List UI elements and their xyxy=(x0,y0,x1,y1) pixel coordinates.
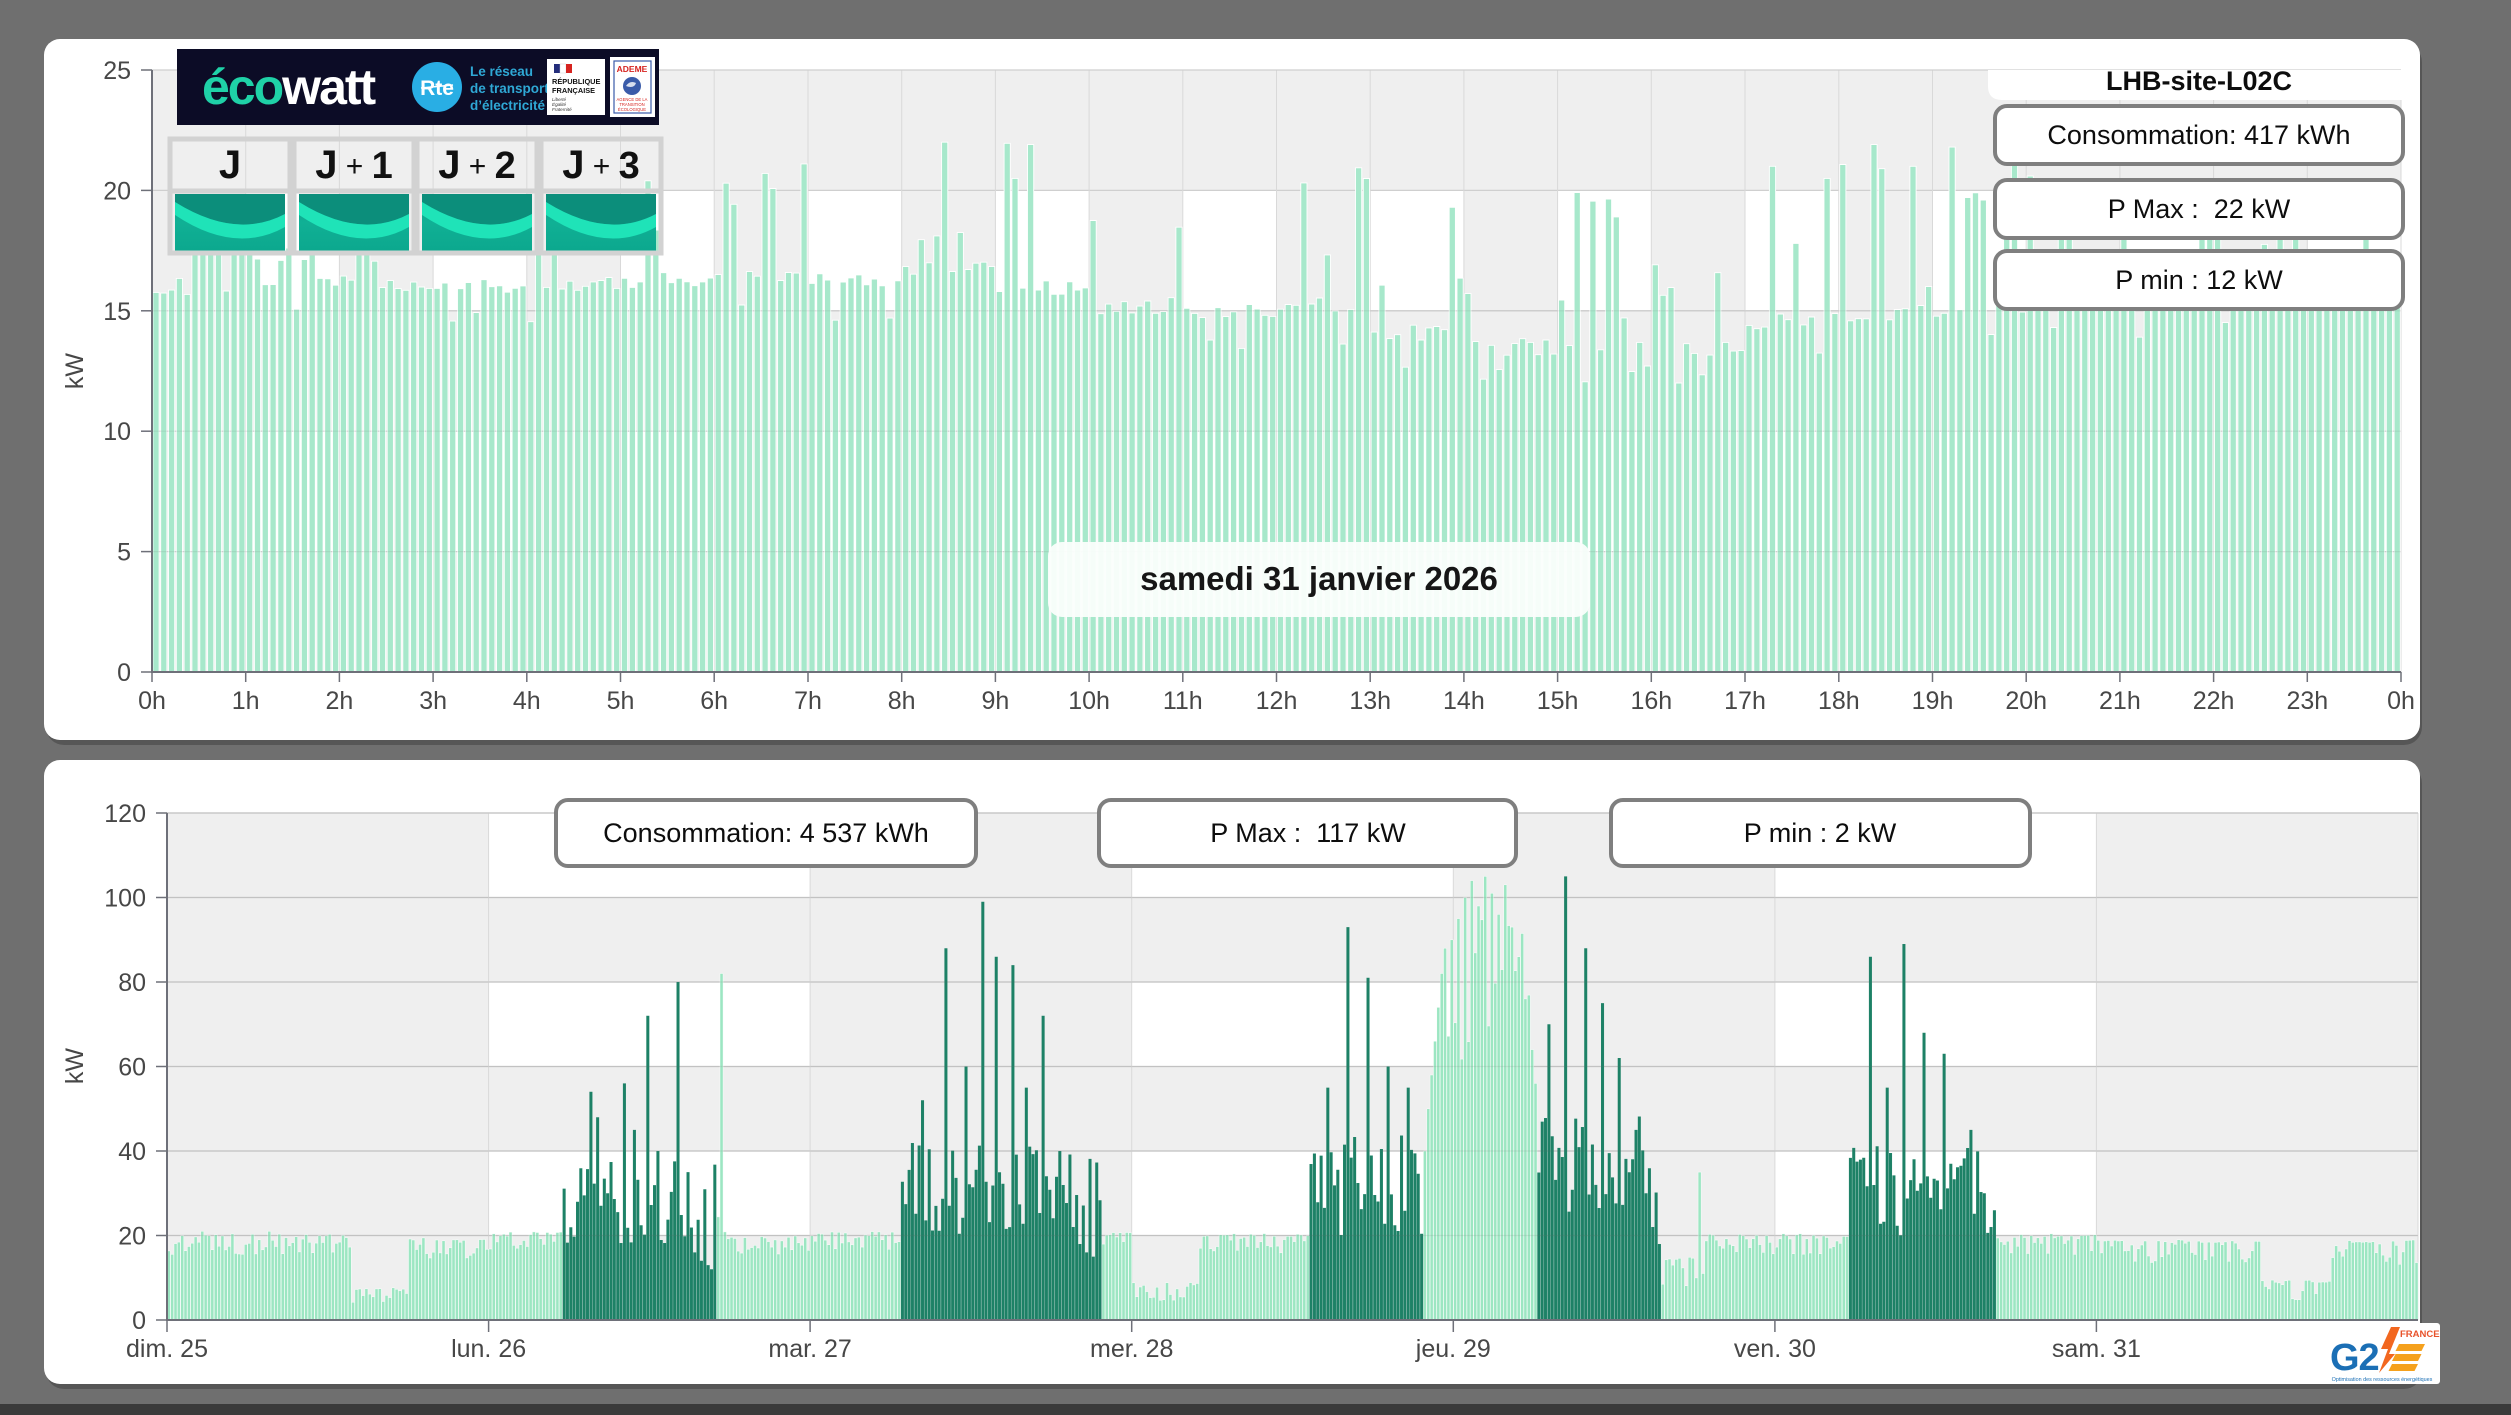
svg-text:6h: 6h xyxy=(700,687,728,715)
svg-text:P Max : 117 kW: P Max : 117 kW xyxy=(1210,818,1406,848)
svg-text:0h: 0h xyxy=(2387,687,2415,715)
svg-text:22h: 22h xyxy=(2193,687,2235,715)
svg-text:10: 10 xyxy=(103,418,131,446)
svg-text:0: 0 xyxy=(132,1307,146,1335)
svg-text:Consommation: 4 537 kWh: Consommation: 4 537 kWh xyxy=(603,818,929,848)
svg-text:FRANÇAISE: FRANÇAISE xyxy=(552,86,595,95)
svg-text:11h: 11h xyxy=(1163,687,1203,715)
svg-text:13h: 13h xyxy=(1349,687,1391,715)
svg-text:25: 25 xyxy=(103,57,131,85)
svg-text:sam. 31: sam. 31 xyxy=(2052,1335,2141,1363)
svg-text:15h: 15h xyxy=(1537,687,1579,715)
svg-text:23h: 23h xyxy=(2286,687,2328,715)
svg-text:J + 2: J + 2 xyxy=(438,143,516,187)
svg-text:P min : 12 kW: P min : 12 kW xyxy=(2115,265,2283,295)
svg-text:3h: 3h xyxy=(419,687,447,715)
svg-text:19h: 19h xyxy=(1912,687,1954,715)
svg-text:J: J xyxy=(219,143,241,187)
svg-text:G2: G2 xyxy=(2330,1337,2379,1379)
svg-text:kW: kW xyxy=(61,353,89,390)
svg-text:mer. 28: mer. 28 xyxy=(1090,1335,1173,1363)
svg-text:dim. 25: dim. 25 xyxy=(126,1335,208,1363)
svg-text:J + 1: J + 1 xyxy=(315,143,393,187)
svg-text:40: 40 xyxy=(118,1138,146,1166)
svg-text:ÉCOLOGIQUE: ÉCOLOGIQUE xyxy=(618,107,646,112)
svg-text:kW: kW xyxy=(61,1048,89,1085)
svg-text:80: 80 xyxy=(118,969,146,997)
svg-text:RÉPUBLIQUE: RÉPUBLIQUE xyxy=(552,77,601,86)
svg-text:mar. 27: mar. 27 xyxy=(768,1335,851,1363)
svg-text:20: 20 xyxy=(118,1223,146,1251)
svg-text:0: 0 xyxy=(117,659,131,687)
svg-text:12h: 12h xyxy=(1256,687,1298,715)
svg-text:0h: 0h xyxy=(138,687,166,715)
svg-text:14h: 14h xyxy=(1443,687,1485,715)
svg-text:J + 3: J + 3 xyxy=(562,143,640,187)
svg-text:lun. 26: lun. 26 xyxy=(451,1335,526,1363)
svg-text:Rte: Rte xyxy=(420,77,454,100)
svg-text:5h: 5h xyxy=(607,687,635,715)
svg-text:écowatt: écowatt xyxy=(202,59,377,115)
svg-text:7h: 7h xyxy=(794,687,822,715)
svg-text:samedi 31 janvier 2026: samedi 31 janvier 2026 xyxy=(1140,560,1498,597)
svg-text:FRANCE: FRANCE xyxy=(2400,1329,2440,1340)
svg-text:21h: 21h xyxy=(2099,687,2141,715)
svg-text:15: 15 xyxy=(103,298,131,326)
svg-text:5: 5 xyxy=(117,539,131,567)
svg-text:20: 20 xyxy=(103,177,131,205)
svg-text:120: 120 xyxy=(104,800,146,828)
svg-text:P Max : 22 kW: P Max : 22 kW xyxy=(2108,194,2291,224)
svg-text:P min : 2 kW: P min : 2 kW xyxy=(1744,818,1897,848)
svg-text:2h: 2h xyxy=(325,687,353,715)
svg-text:Le réseau: Le réseau xyxy=(470,64,533,79)
svg-text:18h: 18h xyxy=(1818,687,1860,715)
svg-text:Optimisation des ressources én: Optimisation des ressources énergétiques xyxy=(2332,1377,2433,1383)
svg-text:ADEME: ADEME xyxy=(617,64,648,74)
svg-text:de transport: de transport xyxy=(470,81,549,96)
svg-text:ven. 30: ven. 30 xyxy=(1734,1335,1816,1363)
svg-text:Fraternité: Fraternité xyxy=(552,107,572,112)
svg-text:60: 60 xyxy=(118,1054,146,1082)
svg-text:16h: 16h xyxy=(1630,687,1672,715)
svg-text:20h: 20h xyxy=(2005,687,2047,715)
svg-text:Consommation: 417 kWh: Consommation: 417 kWh xyxy=(2047,120,2350,150)
svg-text:jeu. 29: jeu. 29 xyxy=(1415,1335,1491,1363)
svg-text:d’électricité: d’électricité xyxy=(470,98,546,113)
svg-text:1h: 1h xyxy=(232,687,260,715)
svg-text:100: 100 xyxy=(104,885,146,913)
svg-text:4h: 4h xyxy=(513,687,541,715)
svg-text:9h: 9h xyxy=(981,687,1009,715)
svg-text:10h: 10h xyxy=(1068,687,1110,715)
svg-text:LHB-site-L02C: LHB-site-L02C xyxy=(2106,66,2292,96)
svg-text:8h: 8h xyxy=(888,687,916,715)
svg-text:17h: 17h xyxy=(1724,687,1766,715)
